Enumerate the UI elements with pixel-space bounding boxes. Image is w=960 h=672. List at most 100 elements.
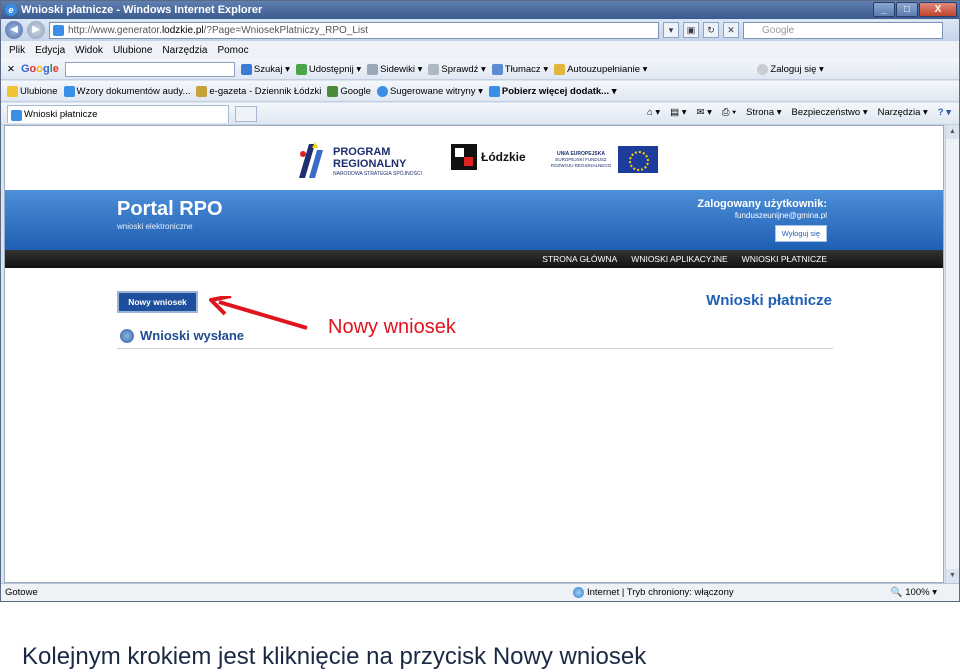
maximize-button[interactable]: □ (896, 2, 918, 17)
url-input[interactable]: http://www.generator.lodzkie.pl/?Page=Wn… (49, 21, 659, 39)
title-bar: e Wnioski płatnicze - Windows Internet E… (1, 1, 959, 19)
scroll-down-icon[interactable]: ▼ (946, 569, 959, 583)
safety-menu[interactable]: Bezpieczeństwo ▾ (792, 107, 868, 118)
window-controls: _ □ X (873, 2, 957, 17)
spellcheck-button[interactable]: Sprawdź ▾ (428, 63, 486, 75)
fav-item-addons[interactable]: Pobierz więcej dodatk... ▾ (488, 85, 617, 97)
program-line2: REGIONALNY (333, 158, 407, 170)
menu-tools[interactable]: Narzędzia (162, 45, 207, 56)
annotation-arrow-icon (209, 296, 308, 330)
autofill-button[interactable]: Autouzupełnianie ▾ (554, 63, 647, 75)
globe-icon (573, 587, 584, 598)
nav-home[interactable]: STRONA GŁÓWNA (542, 254, 617, 264)
security-zone[interactable]: Internet | Tryb chroniony: włączony (573, 587, 734, 598)
share-icon (295, 63, 307, 75)
favorites-bar: Ulubione Wzory dokumentów audy... e-gaze… (1, 81, 959, 102)
program-line1: PROGRAM (333, 146, 391, 158)
eu-line3: ROZWOJU REGIONALNEGO (550, 162, 612, 168)
browser-window: e Wnioski płatnicze - Windows Internet E… (0, 0, 960, 602)
page-icon (488, 85, 500, 97)
menu-view[interactable]: Widok (75, 45, 103, 56)
page-content: PROGRAM REGIONALNY NARODOWA STRATEGIA SP… (4, 125, 944, 583)
mail-icon[interactable]: ✉ ▾ (697, 107, 712, 118)
sign-in-button[interactable]: Zaloguj się ▾ (757, 63, 824, 75)
tab-wnioski[interactable]: Wnioski płatnicze (7, 104, 229, 123)
new-application-button[interactable]: Nowy wniosek (117, 291, 198, 313)
google-logo: Google (20, 63, 59, 75)
menu-bar: Plik Edycja Widok Ulubione Narzędzia Pom… (1, 41, 959, 59)
close-toolbar-icon[interactable]: ✕ (7, 64, 15, 75)
fav-item-wzory[interactable]: Wzory dokumentów audy... (63, 85, 190, 97)
tab-bar: Wnioski płatnicze ⌂ ▾ ▤ ▾ ✉ ▾ ⎙ ▾ Strona… (1, 103, 959, 125)
ie-logo-icon: e (5, 4, 17, 16)
portal-title: Portal RPO (117, 198, 223, 220)
feeds-icon[interactable]: ▤ ▾ (670, 107, 686, 118)
new-tab-button[interactable] (235, 105, 257, 122)
search-placeholder: Google (762, 24, 795, 36)
tools-menu[interactable]: Narzędzia ▾ (878, 107, 928, 118)
eu-flag-icon (618, 146, 658, 173)
refresh-icon[interactable]: ↻ (703, 22, 719, 38)
address-bar: ◀ ▶ http://www.generator.lodzkie.pl/?Pag… (1, 19, 959, 41)
page-icon (196, 85, 208, 97)
scroll-up-icon[interactable]: ▲ (946, 125, 959, 139)
translate-icon (491, 63, 503, 75)
command-bar: ⌂ ▾ ▤ ▾ ✉ ▾ ⎙ ▾ Strona ▾ Bezpieczeństwo … (647, 107, 951, 118)
fav-item-suggested[interactable]: Sugerowane witryny ▾ (376, 85, 483, 97)
menu-favorites[interactable]: Ulubione (113, 45, 152, 56)
google-toolbar: ✕ Google Szukaj ▾ Udostępnij ▾ Sidewiki … (1, 59, 959, 80)
logged-user-label: Zalogowany użytkownik: (697, 198, 827, 210)
print-icon[interactable]: ⎙ ▾ (722, 107, 736, 118)
star-icon (7, 85, 18, 97)
main-nav: STRONA GŁÓWNA WNIOSKI APLIKACYJNE WNIOSK… (5, 250, 943, 268)
menu-help[interactable]: Pomoc (217, 45, 248, 56)
window-title: Wnioski płatnicze - Windows Internet Exp… (21, 4, 263, 16)
menu-edit[interactable]: Edycja (35, 45, 65, 56)
menu-file[interactable]: Plik (9, 45, 25, 56)
section-title: Wnioski płatnicze (706, 292, 832, 309)
translate-button[interactable]: Tłumacz ▾ (491, 63, 548, 75)
share-button[interactable]: Udostępnij ▾ (295, 63, 361, 75)
dropdown-arrow-icon[interactable]: ▾ (663, 22, 679, 38)
page-icon (53, 24, 64, 36)
sidewiki-button[interactable]: Sidewiki ▾ (367, 63, 422, 75)
google-search-button[interactable]: Szukaj ▾ (240, 63, 290, 75)
minimize-button[interactable]: _ (873, 2, 895, 17)
lodzkie-logo: Łódzkie (451, 144, 526, 170)
help-icon[interactable]: ? ▾ (938, 107, 951, 118)
forward-button[interactable]: ▶ (27, 21, 45, 39)
fav-item-google[interactable]: Google (327, 85, 371, 97)
program-emblem-icon (299, 142, 323, 178)
logged-user-email: funduszeunijne@gmina.pl (734, 211, 827, 220)
zoom-level[interactable]: 🔍 100% ▾ (891, 587, 937, 598)
back-button[interactable]: ◀ (5, 21, 23, 39)
compatibility-icon[interactable]: ▣ (683, 22, 699, 38)
fav-item-egazeta[interactable]: e-gazeta - Dziennik Łódzki (196, 85, 321, 97)
program-sub: NARODOWA STRATEGIA SPÓJNOŚCI (333, 171, 422, 177)
status-bar: Gotowe Internet | Tryb chroniony: włączo… (1, 583, 959, 601)
vertical-scrollbar[interactable]: ▲ ▼ (945, 125, 959, 583)
google-icon (327, 85, 339, 97)
home-icon[interactable]: ⌂ ▾ (647, 107, 660, 118)
sent-icon (120, 328, 134, 343)
page-icon (11, 109, 22, 121)
zone-text: Internet | Tryb chroniony: włączony (587, 587, 734, 598)
logos-header: PROGRAM REGIONALNY NARODOWA STRATEGIA SP… (295, 136, 675, 186)
lodzkie-mark-icon (451, 144, 477, 170)
eu-line2: EUROPEJSKI FUNDUSZ (555, 156, 607, 162)
nav-payments[interactable]: WNIOSKI PŁATNICZE (742, 254, 827, 264)
logout-button[interactable]: Wyloguj się (774, 225, 827, 242)
portal-banner: Portal RPO wnioski elektroniczne Zalogow… (5, 190, 943, 250)
google-search-input[interactable] (64, 61, 235, 77)
stop-icon[interactable]: ✕ (723, 22, 739, 38)
search-input[interactable]: Google (743, 21, 943, 39)
page-menu[interactable]: Strona ▾ (746, 107, 781, 118)
status-text: Gotowe (5, 587, 38, 598)
sidewiki-icon (367, 63, 379, 75)
slide-caption: Kolejnym krokiem jest kliknięcie na przy… (22, 643, 647, 670)
favorites-button[interactable]: Ulubione (7, 85, 58, 97)
portal-subtitle: wnioski elektroniczne (117, 222, 193, 231)
annotation-text: Nowy wniosek (328, 316, 456, 338)
close-button[interactable]: X (919, 2, 957, 17)
nav-applications[interactable]: WNIOSKI APLIKACYJNE (631, 254, 727, 264)
